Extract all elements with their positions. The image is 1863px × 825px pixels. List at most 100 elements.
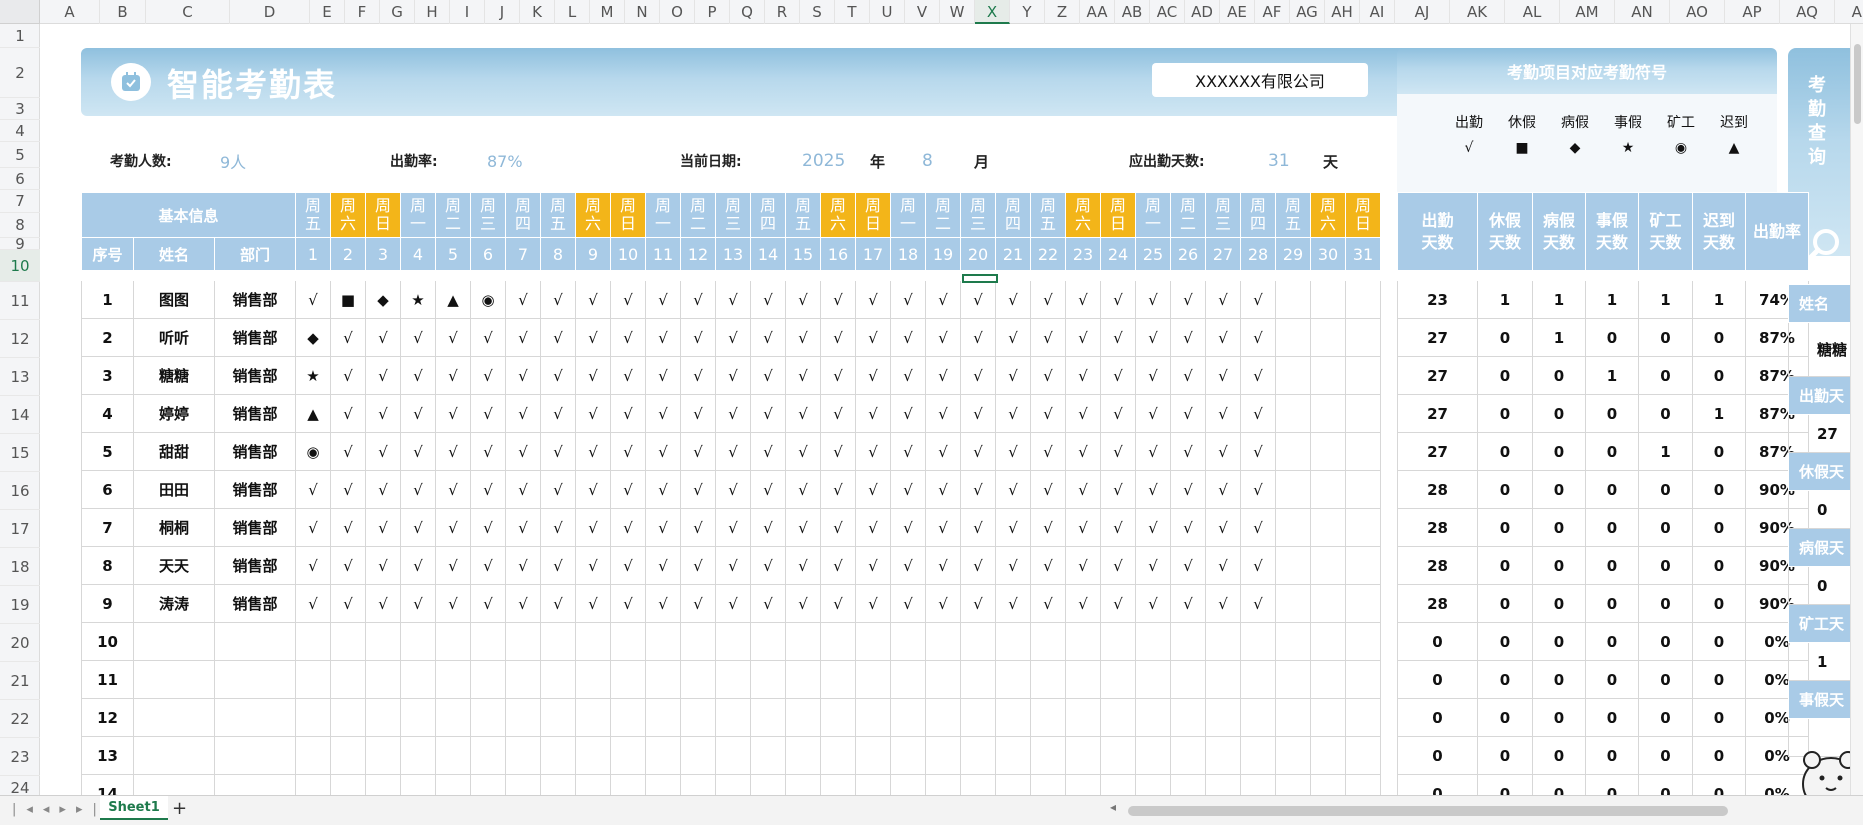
column-header-f[interactable]: F [345, 0, 380, 24]
mark-cell[interactable]: √ [1065, 394, 1101, 433]
mark-cell[interactable]: √ [750, 318, 786, 357]
mark-cell[interactable]: √ [1030, 470, 1066, 509]
mark-cell[interactable]: √ [1065, 280, 1101, 319]
mark-cell[interactable]: √ [715, 318, 751, 357]
mark-cell[interactable] [1310, 584, 1346, 623]
summary-cell[interactable]: 0 [1397, 622, 1478, 661]
count-value[interactable]: 9人 [220, 146, 246, 176]
summary-cell[interactable]: 0 [1585, 774, 1639, 795]
mark-cell[interactable]: √ [820, 318, 856, 357]
mark-cell[interactable] [1275, 584, 1311, 623]
mark-cell[interactable] [470, 698, 506, 737]
mark-cell[interactable] [610, 774, 646, 795]
mark-cell[interactable]: √ [680, 584, 716, 623]
mark-cell[interactable]: √ [1205, 584, 1241, 623]
row-header-23[interactable]: 23 [0, 738, 40, 776]
mark-cell[interactable]: √ [575, 508, 611, 547]
mark-cell[interactable] [1275, 394, 1311, 433]
mark-cell[interactable] [540, 736, 576, 775]
row-header-16[interactable]: 16 [0, 472, 40, 510]
dept-cell[interactable]: 销售部 [214, 356, 296, 395]
mark-cell[interactable] [1345, 280, 1381, 319]
mark-cell[interactable]: √ [750, 508, 786, 547]
name-cell[interactable] [133, 774, 215, 795]
summary-cell[interactable]: 0 [1638, 318, 1693, 357]
mark-cell[interactable]: √ [855, 356, 891, 395]
mark-cell[interactable]: √ [960, 280, 996, 319]
mark-cell[interactable]: √ [995, 318, 1031, 357]
mark-cell[interactable] [1345, 470, 1381, 509]
seq-cell[interactable]: 4 [81, 394, 134, 433]
mark-cell[interactable]: √ [1100, 432, 1136, 471]
row-header-11[interactable]: 11 [0, 282, 40, 320]
summary-cell[interactable]: 0 [1477, 546, 1533, 585]
mark-cell[interactable]: √ [890, 432, 926, 471]
mark-cell[interactable] [820, 622, 856, 661]
seq-cell[interactable]: 2 [81, 318, 134, 357]
mark-cell[interactable]: √ [750, 356, 786, 395]
mark-cell[interactable]: √ [400, 318, 436, 357]
mark-cell[interactable]: √ [1170, 394, 1206, 433]
mark-cell[interactable] [1275, 546, 1311, 585]
summary-cell[interactable]: 0 [1585, 432, 1639, 471]
mark-cell[interactable]: √ [1065, 432, 1101, 471]
mark-cell[interactable] [470, 774, 506, 795]
sheet-tab[interactable]: Sheet1 [100, 796, 168, 820]
summary-cell[interactable]: 0 [1532, 394, 1586, 433]
name-cell[interactable]: 天天 [133, 546, 215, 585]
mark-cell[interactable]: √ [785, 432, 821, 471]
mark-cell[interactable] [1345, 660, 1381, 699]
summary-cell[interactable]: 1 [1692, 394, 1746, 433]
mark-cell[interactable]: √ [330, 470, 366, 509]
seq-cell[interactable]: 7 [81, 508, 134, 547]
mark-cell[interactable]: √ [1030, 508, 1066, 547]
mark-cell[interactable] [470, 622, 506, 661]
column-header-ai[interactable]: AI [1360, 0, 1395, 24]
mark-cell[interactable]: √ [960, 356, 996, 395]
mark-cell[interactable]: √ [365, 546, 401, 585]
summary-cell[interactable]: 0 [1397, 736, 1478, 775]
summary-cell[interactable]: 0 [1532, 736, 1586, 775]
mark-cell[interactable] [855, 622, 891, 661]
mark-cell[interactable]: √ [680, 470, 716, 509]
column-header-aj[interactable]: AJ [1395, 0, 1450, 24]
mark-cell[interactable]: √ [750, 394, 786, 433]
mark-cell[interactable] [890, 660, 926, 699]
summary-cell[interactable]: 0 [1692, 470, 1746, 509]
column-header-u[interactable]: U [870, 0, 905, 24]
name-cell[interactable]: 图图 [133, 280, 215, 319]
mark-cell[interactable]: √ [785, 394, 821, 433]
mark-cell[interactable]: √ [1100, 280, 1136, 319]
mark-cell[interactable] [1100, 660, 1136, 699]
mark-cell[interactable]: √ [610, 318, 646, 357]
mark-cell[interactable]: √ [1135, 584, 1171, 623]
mark-cell[interactable]: ★ [400, 280, 436, 319]
mark-cell[interactable]: √ [680, 394, 716, 433]
mark-cell[interactable]: √ [505, 508, 541, 547]
mark-cell[interactable]: √ [1135, 356, 1171, 395]
mark-cell[interactable] [1100, 622, 1136, 661]
mark-cell[interactable]: √ [295, 280, 331, 319]
summary-cell[interactable]: 0 [1638, 698, 1693, 737]
mark-cell[interactable] [1345, 356, 1381, 395]
mark-cell[interactable] [1275, 280, 1311, 319]
mark-cell[interactable] [1100, 736, 1136, 775]
mark-cell[interactable] [400, 736, 436, 775]
row-header-6[interactable]: 6 [0, 168, 40, 190]
mark-cell[interactable] [1345, 622, 1381, 661]
mark-cell[interactable]: √ [820, 432, 856, 471]
mark-cell[interactable]: √ [1100, 470, 1136, 509]
mark-cell[interactable]: √ [540, 584, 576, 623]
mark-cell[interactable] [995, 698, 1031, 737]
mark-cell[interactable]: √ [1100, 584, 1136, 623]
mark-cell[interactable] [715, 622, 751, 661]
mark-cell[interactable] [1310, 470, 1346, 509]
mark-cell[interactable] [1345, 774, 1381, 795]
mark-cell[interactable]: √ [1030, 356, 1066, 395]
dept-cell[interactable]: 销售部 [214, 508, 296, 547]
mark-cell[interactable]: √ [1170, 280, 1206, 319]
mark-cell[interactable]: ◉ [470, 280, 506, 319]
summary-cell[interactable]: 0 [1397, 660, 1478, 699]
mark-cell[interactable] [820, 698, 856, 737]
mark-cell[interactable] [470, 736, 506, 775]
